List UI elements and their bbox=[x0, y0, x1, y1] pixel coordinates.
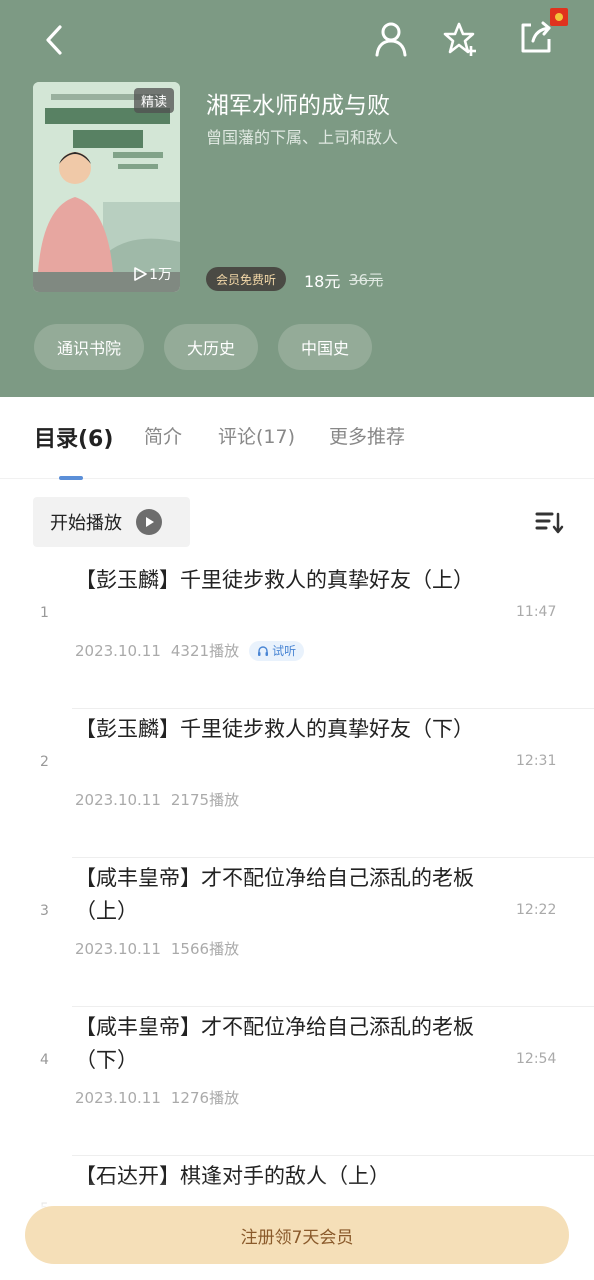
cover-play-count-value: 1万 bbox=[149, 267, 172, 283]
episode-duration: 12:54 bbox=[516, 1051, 557, 1067]
episode-plays: 2175播放 bbox=[170, 791, 240, 809]
favorite-star-icon[interactable] bbox=[440, 18, 482, 60]
episode-item[interactable]: 1 【彭玉麟】千里徒步救人的真挚好友（上） 2023.10.11 4321播放 … bbox=[0, 560, 594, 709]
member-free-badge[interactable]: 会员免费听 bbox=[206, 267, 287, 291]
tag-chip[interactable]: 中国史 bbox=[278, 324, 373, 370]
play-count-icon bbox=[134, 267, 147, 281]
register-member-button[interactable]: 注册领7天会员 bbox=[25, 1206, 569, 1264]
episode-title: 【咸丰皇帝】才不配位净给自己添乱的老板（下） bbox=[75, 1015, 474, 1072]
episode-date: 2023.10.11 bbox=[75, 1088, 161, 1107]
trial-label: 试听 bbox=[272, 644, 297, 658]
play-icon bbox=[136, 509, 162, 535]
album-cover[interactable]: 精读 1万 bbox=[33, 82, 180, 292]
episode-item[interactable]: 2 【彭玉麟】千里徒步救人的真挚好友（下） 2023.10.11 2175播放 … bbox=[0, 709, 594, 858]
play-all-label: 开始播放 bbox=[50, 513, 122, 534]
cover-illustration bbox=[33, 82, 180, 292]
album-header: 精读 1万 湘军水师的成与败 曾国藩的下属、上司和敌人 会员免费听 18元 36… bbox=[0, 0, 594, 397]
tab-bar: 目录(6) 简介 评论(17) 更多推荐 bbox=[0, 397, 594, 479]
episode-meta: 2023.10.11 2175播放 bbox=[75, 789, 239, 810]
episode-number: 1 bbox=[40, 605, 49, 621]
episode-number: 4 bbox=[40, 1052, 49, 1068]
episode-plays: 1276播放 bbox=[170, 1089, 240, 1107]
episode-meta: 2023.10.11 1276播放 bbox=[75, 1087, 239, 1108]
episode-title: 【咸丰皇帝】才不配位净给自己添乱的老板（上） bbox=[75, 866, 474, 923]
episode-number: 2 bbox=[40, 754, 49, 770]
episode-list: 1 【彭玉麟】千里徒步救人的真挚好友（上） 2023.10.11 4321播放 … bbox=[0, 560, 594, 1280]
active-tab-indicator bbox=[59, 476, 83, 480]
episode-meta: 2023.10.11 1566播放 bbox=[75, 938, 239, 959]
tag-chip[interactable]: 大历史 bbox=[164, 324, 259, 370]
episode-duration: 11:47 bbox=[516, 604, 557, 620]
gift-badge-icon bbox=[550, 8, 568, 26]
episode-date: 2023.10.11 bbox=[75, 641, 161, 660]
trial-badge: 试听 bbox=[249, 640, 305, 661]
sort-icon[interactable] bbox=[534, 508, 564, 536]
album-title: 湘军水师的成与败 bbox=[206, 93, 390, 119]
episode-title: 【彭玉麟】千里徒步救人的真挚好友（下） bbox=[75, 717, 474, 741]
back-icon[interactable] bbox=[34, 20, 74, 60]
tab-recommendations[interactable]: 更多推荐 bbox=[329, 422, 405, 449]
tab-comments[interactable]: 评论(17) bbox=[218, 422, 295, 449]
episode-date: 2023.10.11 bbox=[75, 790, 161, 809]
episode-item[interactable]: 3 【咸丰皇帝】才不配位净给自己添乱的老板（上） 2023.10.11 1566… bbox=[0, 858, 594, 1007]
episode-meta: 2023.10.11 4321播放 试听 bbox=[75, 640, 305, 661]
episode-duration: 12:31 bbox=[516, 753, 557, 769]
episode-duration: 12:22 bbox=[516, 902, 557, 918]
tab-catalog[interactable]: 目录(6) bbox=[34, 421, 113, 453]
episode-title: 【彭玉麟】千里徒步救人的真挚好友（上） bbox=[75, 568, 474, 592]
headphones-icon bbox=[258, 645, 269, 656]
user-icon[interactable] bbox=[370, 18, 412, 60]
episode-plays: 1566播放 bbox=[170, 940, 240, 958]
episode-date: 2023.10.11 bbox=[75, 939, 161, 958]
episode-item[interactable]: 4 【咸丰皇帝】才不配位净给自己添乱的老板（下） 2023.10.11 1276… bbox=[0, 1007, 594, 1156]
episode-number: 3 bbox=[40, 903, 49, 919]
cover-tag: 精读 bbox=[133, 88, 174, 113]
tag-chip[interactable]: 通识书院 bbox=[34, 324, 145, 370]
cover-play-count: 1万 bbox=[133, 264, 172, 284]
original-price: 36元 bbox=[349, 271, 384, 289]
album-subtitle: 曾国藩的下属、上司和敌人 bbox=[206, 128, 399, 147]
category-tags: 通识书院 大历史 中国史 bbox=[34, 324, 373, 370]
tab-intro[interactable]: 简介 bbox=[144, 422, 182, 449]
play-all-button[interactable]: 开始播放 bbox=[33, 497, 190, 547]
price: 18元 bbox=[304, 272, 341, 291]
episode-plays: 4321播放 bbox=[170, 642, 240, 660]
